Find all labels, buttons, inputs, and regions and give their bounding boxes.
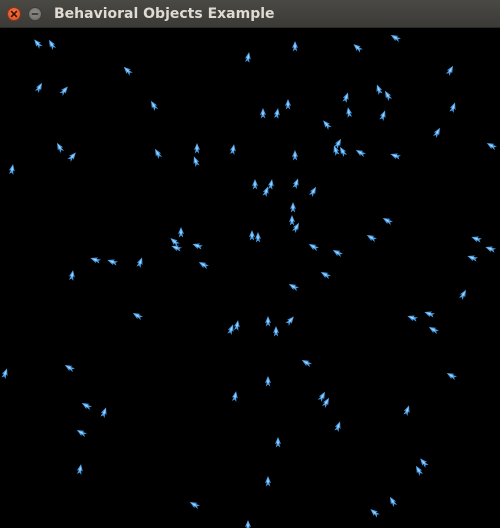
agent-marker (292, 41, 298, 52)
agent-marker (432, 127, 440, 138)
agent-marker (273, 108, 280, 119)
agent-marker (449, 102, 456, 113)
minimize-icon (31, 13, 39, 15)
agent-marker (255, 232, 261, 243)
agent-marker (244, 52, 251, 63)
simulation-canvas[interactable] (0, 28, 500, 528)
agent-marker (445, 65, 453, 76)
agent-marker (90, 257, 101, 264)
agent-marker (320, 272, 331, 280)
agent-marker (151, 100, 159, 111)
agent-marker (260, 108, 266, 119)
agent-marker (407, 315, 418, 322)
agent-marker (288, 284, 299, 292)
app-window: Behavioral Objects Example (0, 0, 500, 528)
close-icon (10, 10, 18, 18)
agent-marker (123, 66, 133, 76)
agent-marker (471, 236, 482, 243)
agent-marker (424, 311, 435, 318)
window-title: Behavioral Objects Example (54, 6, 275, 22)
title-bar[interactable]: Behavioral Objects Example (0, 0, 500, 28)
agent-marker (376, 84, 383, 95)
agent-marker (292, 150, 298, 161)
agent-marker (68, 270, 75, 281)
agent-marker (231, 391, 238, 402)
agent-marker (245, 520, 251, 528)
agent-marker (332, 250, 343, 258)
agent-marker (265, 476, 271, 487)
agent-marker (382, 218, 393, 226)
close-window-button[interactable] (7, 7, 21, 21)
agent-marker (366, 235, 377, 243)
agent-marker (8, 164, 15, 175)
agent-marker (416, 465, 424, 476)
agent-marker (390, 153, 401, 160)
agent-marker (34, 82, 42, 93)
agent-marker (353, 44, 363, 53)
agents-layer (1, 35, 497, 528)
agent-marker (290, 202, 296, 213)
agent-marker (155, 148, 163, 159)
agent-marker (265, 316, 271, 327)
agent-marker (233, 320, 240, 331)
agent-marker (467, 255, 478, 262)
agent-marker (193, 156, 200, 167)
agent-marker (57, 142, 65, 153)
agent-marker (192, 243, 203, 250)
agent-marker (323, 120, 332, 130)
agent-marker (229, 144, 236, 155)
agent-marker (428, 327, 439, 335)
agent-marker (49, 39, 57, 50)
agent-marker (267, 179, 274, 190)
agent-marker (194, 143, 200, 154)
agent-marker (275, 437, 281, 448)
agent-marker (1, 368, 8, 379)
agent-marker (136, 257, 143, 268)
agent-marker (390, 35, 401, 43)
agent-marker (76, 464, 83, 475)
agent-marker (67, 152, 76, 162)
agent-marker (289, 215, 295, 226)
agent-marker (355, 150, 366, 158)
agent-marker (178, 227, 184, 238)
agent-marker (403, 405, 410, 416)
agent-marker (340, 146, 348, 157)
minimize-window-button[interactable] (28, 7, 42, 21)
agent-marker (370, 509, 380, 518)
agent-marker (446, 373, 457, 381)
agent-marker (292, 178, 299, 189)
agent-marker (265, 376, 271, 387)
agent-marker (342, 92, 349, 103)
agent-marker (132, 313, 143, 321)
agent-marker (420, 458, 429, 468)
agent-marker (189, 502, 200, 510)
agent-marker (100, 407, 107, 418)
agent-marker (485, 246, 496, 253)
agent-marker (308, 186, 316, 197)
agent-marker (285, 316, 294, 326)
agent-marker (285, 99, 291, 110)
agent-marker (59, 86, 68, 96)
agent-marker (64, 365, 75, 373)
agent-marker (385, 90, 393, 101)
agent-marker (198, 262, 209, 270)
agent-marker (252, 179, 258, 190)
agent-marker (107, 259, 118, 266)
agent-marker (170, 238, 180, 247)
agent-marker (458, 289, 466, 300)
agent-marker (273, 326, 279, 337)
agent-marker (81, 403, 92, 411)
agent-marker (379, 110, 386, 121)
agent-marker (34, 39, 43, 49)
agent-marker (346, 107, 353, 118)
agent-marker (390, 496, 398, 507)
agent-marker (76, 430, 87, 438)
agent-marker (249, 230, 255, 241)
agent-marker (334, 421, 341, 432)
agent-marker (308, 244, 319, 252)
agent-marker (486, 143, 497, 151)
agent-marker (301, 360, 312, 368)
